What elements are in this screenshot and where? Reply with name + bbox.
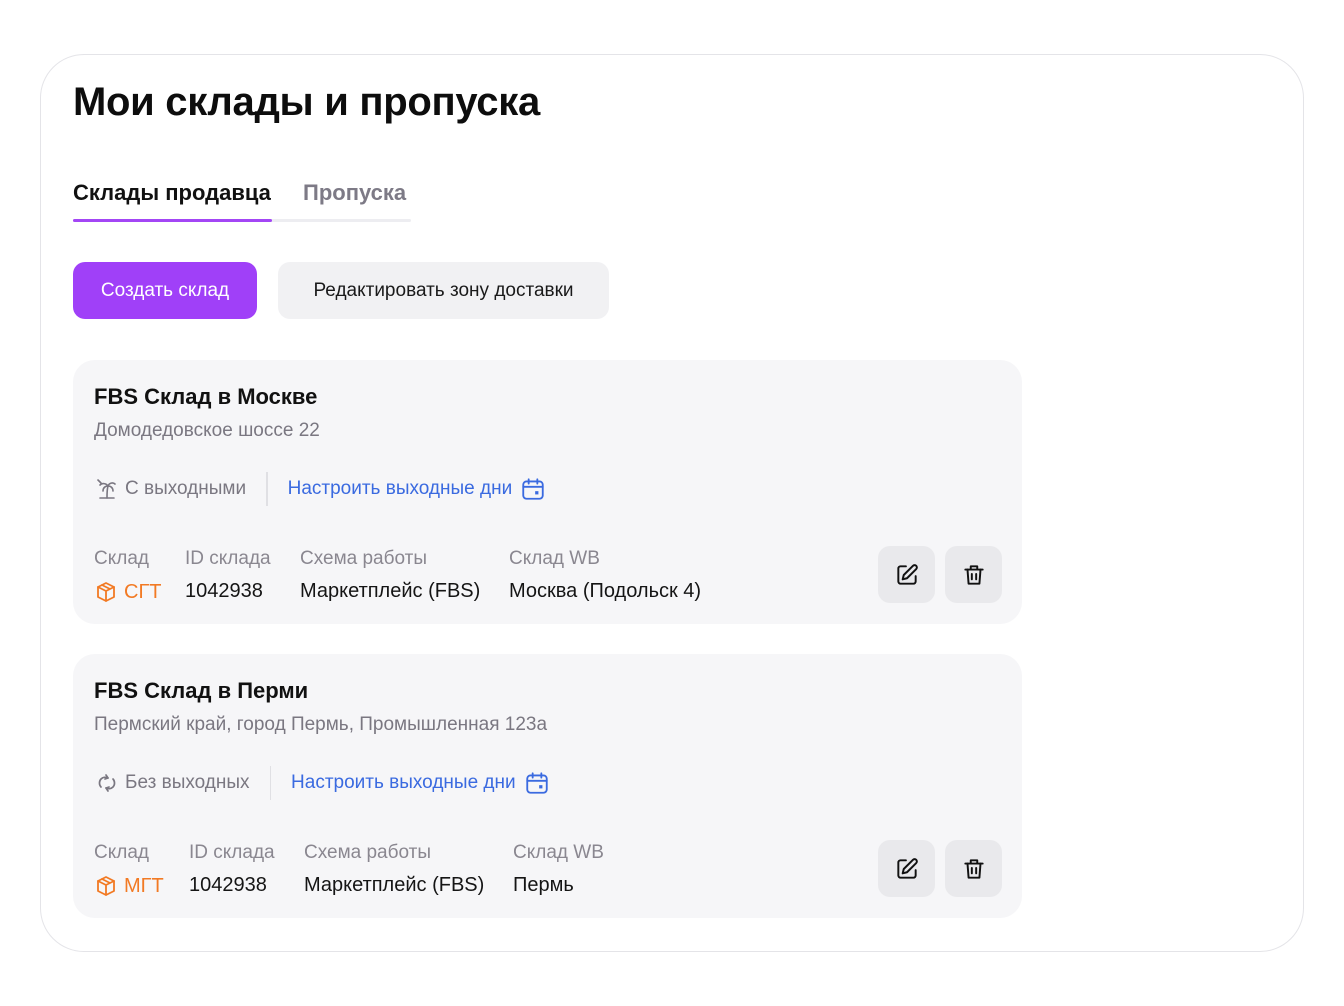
info-value-id: 1042938 (185, 580, 263, 602)
calendar-icon (520, 476, 546, 502)
schedule-row: С выходными Настроить выходные дни (94, 472, 546, 506)
palm-tree-icon (94, 476, 120, 502)
schedule-status: С выходными (125, 478, 247, 499)
info-label-wb: Склад WB (513, 842, 604, 863)
warehouse-card: FBS Склад в Москве Домодедовское шоссе 2… (73, 360, 1022, 624)
calendar-icon (524, 770, 550, 796)
info-scheme: Схема работы Маркетплейс (FBS) (300, 548, 480, 603)
schedule-row: Без выходных Настроить выходные дни (94, 766, 550, 800)
info-value-type: МГТ (94, 874, 164, 898)
info-label-id: ID склада (185, 548, 271, 569)
info-label-wb: Склад WB (509, 548, 600, 569)
edit-icon (896, 563, 918, 585)
warehouse-name: FBS Склад в Москве (94, 384, 318, 409)
edit-icon (896, 857, 918, 879)
divider (269, 766, 272, 800)
active-tab-indicator (73, 219, 272, 222)
warehouse-type: СГТ (124, 580, 162, 603)
info-id: ID склада 1042938 (185, 548, 271, 603)
warehouse-address: Пермский край, город Пермь, Промышленная… (94, 714, 548, 735)
divider (266, 472, 268, 506)
info-value-wb: Москва (Подольск 4) (509, 580, 702, 602)
info-type: Склад МГТ (94, 842, 164, 898)
info-value-wb: Пермь (513, 874, 574, 896)
info-label-scheme: Схема работы (304, 842, 432, 863)
info-value-scheme: Маркетплейс (FBS) (300, 580, 481, 602)
schedule-status: Без выходных (125, 772, 250, 793)
edit-button[interactable] (878, 840, 935, 897)
info-label-scheme: Схема работы (300, 548, 428, 569)
info-id: ID склада 1042938 (189, 842, 275, 897)
tab-passes[interactable]: Пропуска (303, 180, 406, 206)
warehouse-name: FBS Склад в Перми (94, 678, 309, 703)
configure-days-off-label: Настроить выходные дни (291, 772, 516, 793)
info-wb: Склад WB Москва (Подольск 4) (509, 548, 701, 603)
info-value-scheme: Маркетплейс (FBS) (304, 874, 485, 896)
trash-icon (963, 564, 984, 585)
info-scheme: Схема работы Маркетплейс (FBS) (304, 842, 484, 897)
configure-days-off-label: Настроить выходные дни (287, 478, 513, 499)
box-icon (94, 874, 118, 898)
info-type: Склад СГТ (94, 548, 162, 604)
box-icon (94, 580, 118, 604)
info-label-type: Склад (94, 548, 149, 569)
page-title: Мои склады и пропуска (73, 80, 540, 124)
configure-days-off-link[interactable]: Настроить выходные дни (288, 476, 547, 502)
warehouse-type: МГТ (124, 874, 164, 897)
edit-delivery-zone-button[interactable]: Редактировать зону доставки (278, 262, 609, 319)
tab-seller-warehouses[interactable]: Склады продавца (73, 180, 271, 206)
info-value-type: СГТ (94, 580, 162, 604)
trash-icon (963, 858, 984, 879)
delete-button[interactable] (945, 546, 1002, 603)
tabs: Склады продавца Пропуска (73, 176, 411, 222)
info-wb: Склад WB Пермь (513, 842, 604, 897)
warehouse-address: Домодедовское шоссе 22 (94, 420, 320, 441)
configure-days-off-link[interactable]: Настроить выходные дни (291, 770, 550, 796)
warehouse-card: FBS Склад в Перми Пермский край, город П… (73, 654, 1022, 918)
delete-button[interactable] (945, 840, 1002, 897)
create-warehouse-button[interactable]: Создать склад (73, 262, 257, 319)
edit-button[interactable] (878, 546, 935, 603)
info-label-id: ID склада (189, 842, 275, 863)
sync-arrows-icon (94, 770, 120, 796)
info-label-type: Склад (94, 842, 149, 863)
info-value-id: 1042938 (189, 874, 267, 896)
